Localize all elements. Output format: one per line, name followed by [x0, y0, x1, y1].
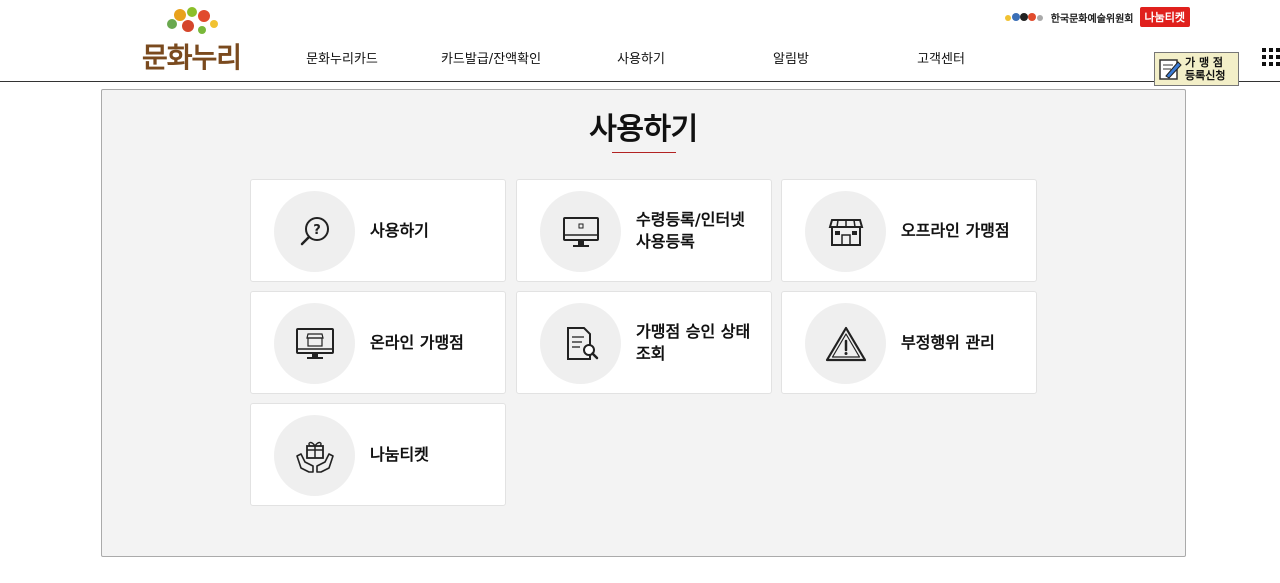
card-usage[interactable]: ? 사용하기: [250, 179, 506, 282]
question-magnifier-icon: ?: [300, 216, 329, 245]
card-store-approval-status[interactable]: 가맹점 승인 상태 조회: [516, 291, 772, 394]
page-title: 사용하기: [589, 112, 698, 147]
site-header: 문화누리 문화누리카드 카드발급/잔액확인 사용하기 알림방 고객센터 한국문화…: [0, 0, 1280, 86]
store-register-button[interactable]: 가 맹 점 등록신청: [1154, 52, 1239, 86]
sharing-ticket-link[interactable]: 나눔티켓: [1139, 7, 1190, 27]
warning-triangle-icon: [825, 326, 866, 361]
all-menu-icon[interactable]: [1262, 46, 1280, 68]
card-icon-circle: [274, 303, 355, 384]
store-register-line1: 가 맹 점: [1185, 56, 1224, 69]
nav-culture-card[interactable]: 문화누리카드: [306, 48, 378, 67]
title-underline: [612, 152, 676, 153]
svg-text:?: ?: [313, 223, 321, 238]
card-offline-store[interactable]: 오프라인 가맹점: [781, 179, 1037, 282]
document-search-icon: [566, 326, 598, 360]
nav-customer-center[interactable]: 고객센터: [917, 48, 965, 67]
online-shop-monitor-icon: [295, 327, 334, 359]
gift-hands-icon: [295, 441, 334, 473]
usage-panel: 사용하기 ? 사용하기 수령등록/인터넷 사용등록 오프라인 가맹점 온라인 가…: [101, 89, 1186, 557]
card-icon-circle: [805, 303, 886, 384]
card-icon-circle: ?: [274, 191, 355, 272]
storefront-icon: [828, 218, 863, 246]
card-icon-circle: [540, 191, 621, 272]
card-label: 온라인 가맹점: [370, 332, 464, 352]
logo-mark-icon: [167, 7, 218, 34]
utility-links: 한국문화예술위원회 나눔티켓: [1003, 6, 1190, 28]
card-label: 부정행위 관리: [901, 332, 995, 352]
nav-usage[interactable]: 사용하기: [617, 48, 665, 67]
store-register-label: 가 맹 점 등록신청: [1185, 56, 1225, 82]
card-label: 나눔티켓: [370, 444, 429, 464]
nav-notice[interactable]: 알림방: [773, 48, 809, 67]
card-fraud-management[interactable]: 부정행위 관리: [781, 291, 1037, 394]
card-receipt-internet-register[interactable]: 수령등록/인터넷 사용등록: [516, 179, 772, 282]
store-register-line2: 등록신청: [1185, 69, 1226, 82]
arts-council-link[interactable]: 한국문화예술위원회: [1051, 10, 1134, 25]
card-label: 오프라인 가맹점: [901, 220, 1010, 240]
card-icon-circle: [540, 303, 621, 384]
card-icon-circle: [805, 191, 886, 272]
card-sharing-ticket[interactable]: 나눔티켓: [250, 403, 506, 506]
logo-text: 문화누리: [142, 41, 242, 74]
monitor-icon: [562, 216, 599, 247]
arts-council-logo-icon: [1004, 13, 1043, 21]
pencil-form-icon: [1159, 59, 1182, 80]
card-label: 수령등록/인터넷 사용등록: [636, 209, 745, 251]
card-online-store[interactable]: 온라인 가맹점: [250, 291, 506, 394]
card-icon-circle: [274, 415, 355, 496]
site-logo[interactable]: 문화누리: [140, 6, 244, 74]
nav-card-issue-balance[interactable]: 카드발급/잔액확인: [441, 48, 541, 67]
card-label: 가맹점 승인 상태 조회: [636, 321, 751, 363]
card-label: 사용하기: [370, 220, 429, 240]
